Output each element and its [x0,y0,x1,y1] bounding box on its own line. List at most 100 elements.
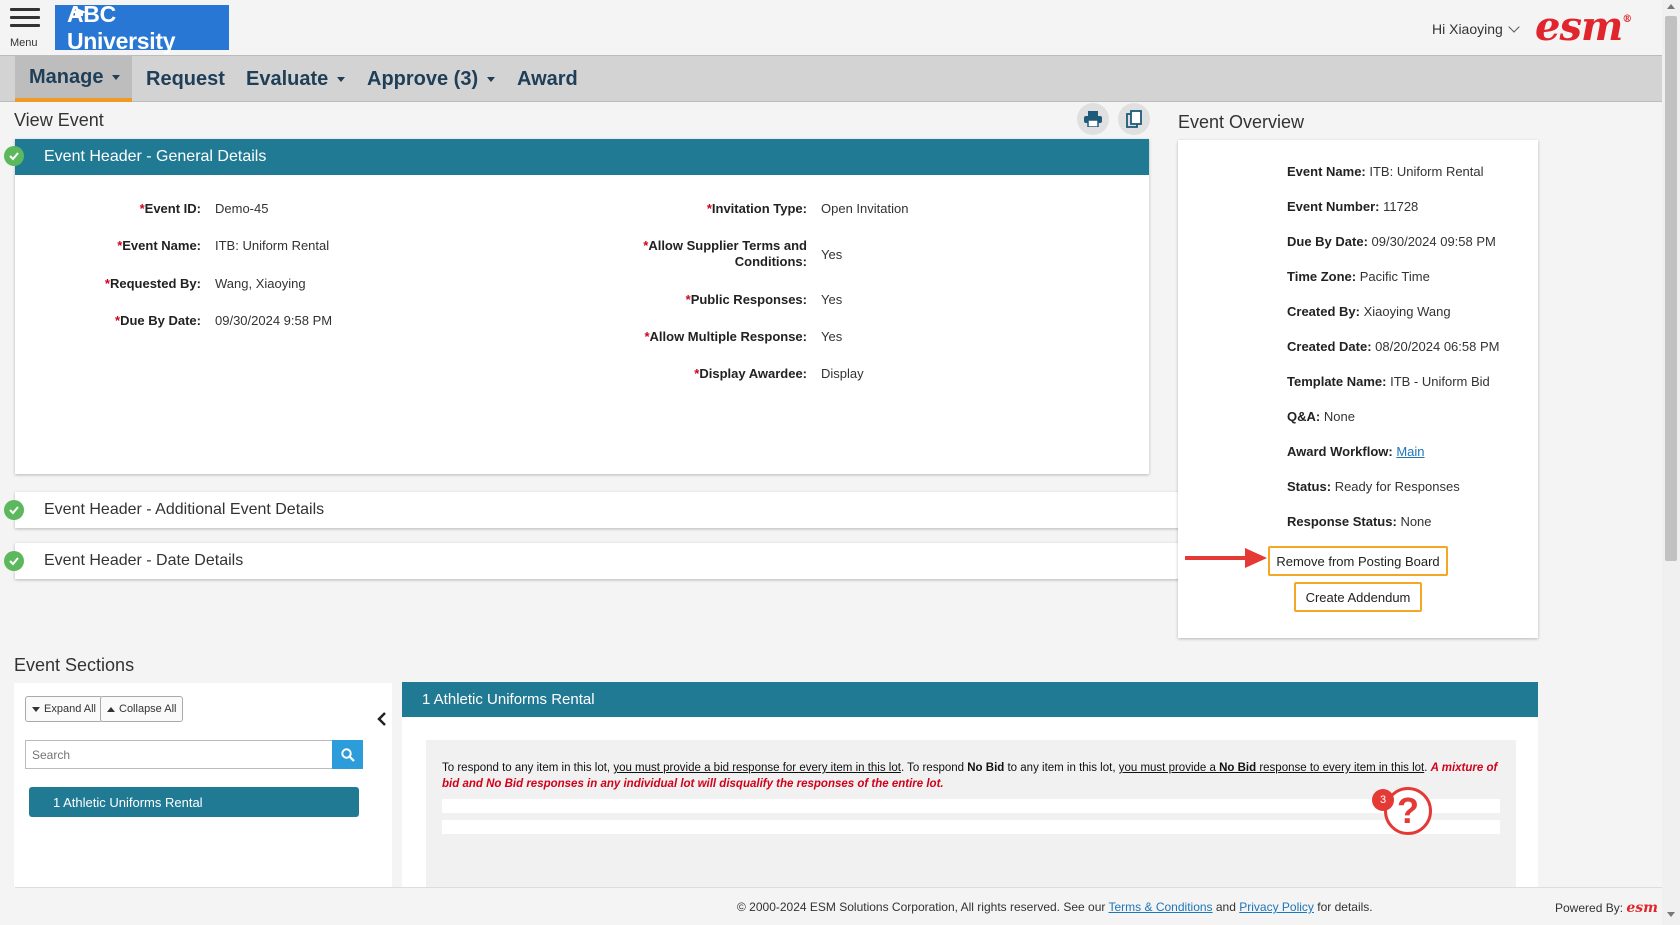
allow-supplier-terms-label: *Allow Supplier Terms and Conditions: [515,238,807,270]
collapse-all-button[interactable]: Collapse All [100,696,184,722]
section-item[interactable]: 1 Athletic Uniforms Rental [29,787,359,817]
check-circle-icon [4,146,24,166]
allow-supplier-terms-label-line2: Conditions: [734,254,807,269]
privacy-link[interactable]: Privacy Policy [1239,900,1314,914]
overview-award-workflow: Award Workflow: Main [1287,444,1425,459]
public-responses-label: *Public Responses: [515,292,807,307]
instruction-underline: you must provide a bid response for ever… [613,762,901,774]
nav-approve[interactable]: Approve (3) [367,56,496,102]
print-icon [1084,111,1102,127]
sections-search-input[interactable] [25,740,332,769]
allow-multiple-response-label: *Allow Multiple Response: [515,329,807,344]
due-by-date-value: 09/30/2024 9:58 PM [215,313,333,328]
instruction-bold: No Bid [967,762,1005,774]
overview-value: Ready for Responses [1334,479,1460,494]
overview-label: Created By: [1287,304,1360,319]
overview-value: Pacific Time [1359,269,1430,284]
overview-label: Due By Date: [1287,234,1368,249]
overview-label: Award Workflow: [1287,444,1393,459]
caret-down-icon [32,706,40,712]
chevron-left-icon[interactable] [376,711,388,727]
invitation-type-label: *Invitation Type: [515,201,807,216]
overview-value: ITB: Uniform Rental [1369,164,1484,179]
requested-by-label: *Requested By: [15,276,201,291]
nav-award-label: Award [517,67,578,90]
expand-all-button[interactable]: Expand All [25,696,103,722]
footer-copyright: © 2000-2024 ESM Solutions Corporation, A… [737,900,1373,914]
overview-value: None [1400,514,1432,529]
hamburger-icon [10,8,40,11]
overview-value: None [1323,409,1355,424]
overview-label: Response Status: [1287,514,1397,529]
powered-by: Powered By: esm [1555,900,1658,916]
nav-award[interactable]: Award [517,56,578,102]
scroll-up-icon[interactable] [1667,4,1675,9]
menu-button[interactable]: Menu [8,6,42,50]
overview-event-number: Event Number: 11728 [1287,199,1418,214]
instruction-bold: No Bid [1219,762,1257,774]
overview-label: Time Zone: [1287,269,1357,284]
collapse-all-label: Collapse All [119,703,177,715]
caret-up-icon [107,706,115,712]
allow-supplier-terms-label-line1: Allow Supplier Terms and [648,238,807,253]
due-by-date-label: *Due By Date: [15,313,201,328]
general-details-title: Event Header - General Details [44,148,267,165]
additional-details-title: Event Header - Additional Event Details [44,501,325,518]
red-arrow-icon [1185,548,1267,568]
print-button[interactable] [1077,103,1109,135]
expand-all-label: Expand All [44,703,96,715]
top-bar: Menu ABC University Hi Xiaoying esm® [0,0,1662,55]
award-workflow-link[interactable]: Main [1396,444,1424,459]
general-details-header[interactable]: Event Header - General Details [15,139,1149,175]
vertical-scrollbar[interactable] [1662,0,1680,925]
university-logo[interactable]: ABC University [55,1,229,54]
overview-label: Event Name: [1287,164,1366,179]
terms-link[interactable]: Terms & Conditions [1109,900,1213,914]
overview-value: ITB - Uniform Bid [1390,374,1490,389]
instruction-text: To respond to any item in this lot, [442,762,614,774]
date-details-panel[interactable]: Event Header - Date Details [15,543,1232,579]
display-awardee-label: *Display Awardee: [515,366,807,381]
public-responses-value: Yes [821,292,843,307]
allow-multiple-response-label-text: Allow Multiple Response: [649,329,807,344]
user-menu[interactable]: Hi Xiaoying [1432,20,1520,37]
menu-label: Menu [10,37,38,49]
scroll-down-icon[interactable] [1667,912,1675,917]
remove-from-posting-board-button[interactable]: Remove from Posting Board [1268,546,1448,576]
nav-request[interactable]: Request [146,56,225,102]
overview-time-zone: Time Zone: Pacific Time [1287,269,1430,284]
overview-label: Q&A: [1287,409,1321,424]
search-button[interactable] [332,740,363,769]
requested-by-value: Wang, Xiaoying [215,276,306,291]
esm-logo: esm® [1535,3,1632,50]
overview-value: 11728 [1383,199,1419,214]
allow-supplier-terms-value: Yes [821,247,843,262]
overview-value: 09/30/2024 09:58 PM [1371,234,1496,249]
nav-approve-label: Approve (3) [367,67,479,90]
lot-row-placeholder [442,820,1500,834]
chevron-down-icon [1508,20,1520,33]
scroll-thumb[interactable] [1665,16,1677,561]
overview-created-date: Created Date: 08/20/2024 06:58 PM [1287,339,1499,354]
nav-evaluate[interactable]: Evaluate [246,56,346,102]
instruction-text: to any item in this lot, [1004,762,1119,774]
logo-text: ABC University [67,0,176,54]
overview-status: Status: Ready for Responses [1287,479,1460,494]
esm-logo-text: esm [1535,3,1623,50]
greeting-text: Hi Xiaoying [1432,21,1503,37]
date-details-title: Event Header - Date Details [44,552,244,569]
caret-down-icon [112,74,121,80]
lot-header[interactable]: 1 Athletic Uniforms Rental [402,682,1538,717]
additional-details-panel[interactable]: Event Header - Additional Event Details [15,492,1232,528]
overview-template-name: Template Name: ITB - Uniform Bid [1287,374,1490,389]
main-nav: Manage Request Evaluate Approve (3) Awar… [0,55,1662,102]
event-name-label: *Event Name: [15,238,201,253]
footer-text: © 2000-2024 ESM Solutions Corporation, A… [737,900,1109,914]
lot-instructions: To respond to any item in this lot, you … [442,760,1500,792]
create-addendum-button[interactable]: Create Addendum [1294,582,1422,612]
hamburger-icon-bar [10,16,40,19]
nav-manage[interactable]: Manage [15,56,132,102]
overview-created-by: Created By: Xiaoying Wang [1287,304,1451,319]
copy-button[interactable] [1118,103,1150,135]
footer-text: for details. [1313,900,1373,914]
